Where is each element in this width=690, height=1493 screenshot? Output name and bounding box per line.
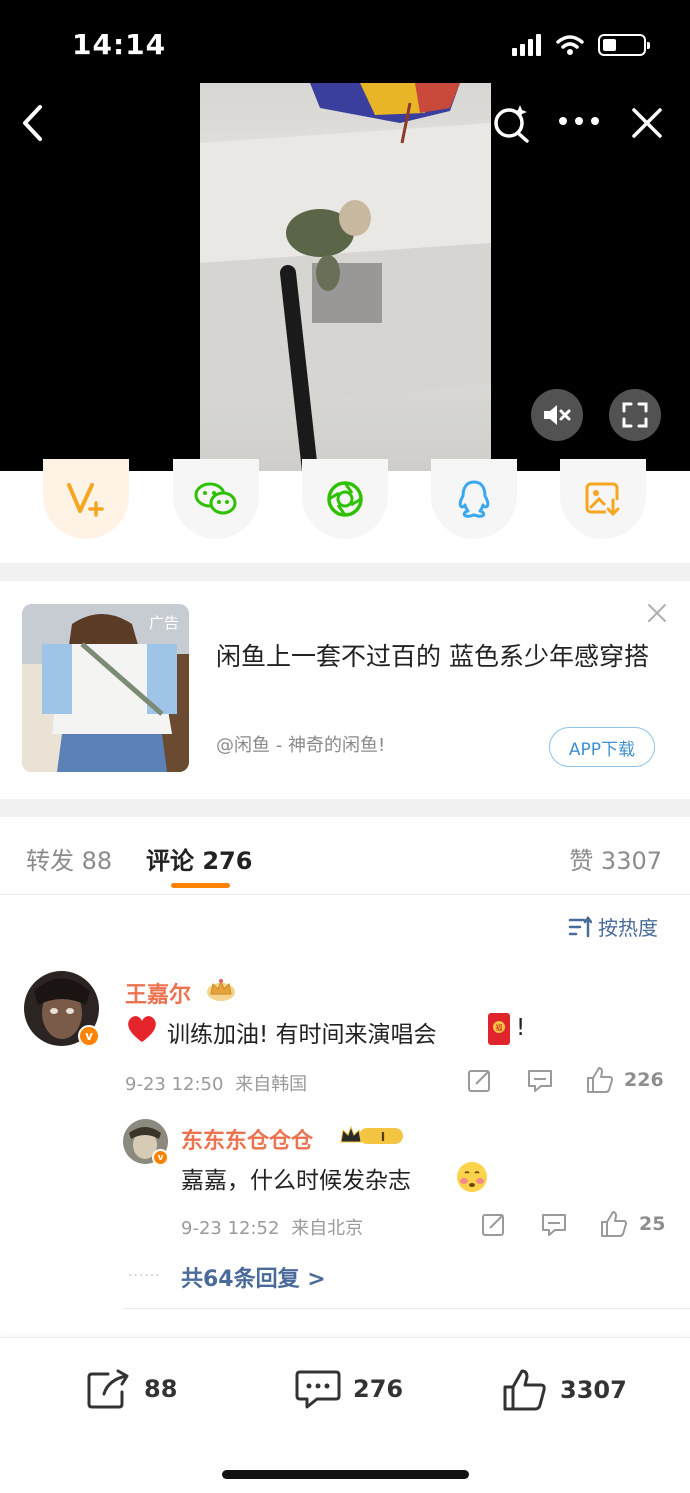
interaction-tabs: 转发 88 评论 276 赞 3307 (0, 817, 690, 895)
sort-icon (568, 915, 592, 937)
weibo-vplus-icon (67, 483, 104, 517)
speaker-muted-icon (544, 405, 571, 425)
ad-close-icon[interactable] (646, 602, 668, 624)
reply-text: 嘉嘉，什么时候发杂志 (181, 1168, 411, 1194)
tab-like-count: 3307 (600, 847, 662, 875)
like-button[interactable]: 3307 (502, 1368, 627, 1412)
edit-repost-icon[interactable] (467, 1069, 493, 1093)
like-thumb-icon[interactable] (586, 1066, 614, 1094)
comment-location: 来自韩国 (235, 1074, 308, 1095)
comment-username[interactable]: 王嘉尔 (125, 977, 191, 1009)
wechat-icon (194, 482, 237, 515)
sort-label: 按热度 (598, 916, 658, 940)
ad-image[interactable]: 广告 (22, 604, 189, 772)
search-sparkle-icon[interactable] (492, 103, 532, 143)
reply-comment-icon[interactable] (541, 1213, 567, 1237)
sort-by-hot-button[interactable]: 按热度 (568, 912, 658, 941)
ad-source[interactable]: @闲鱼 - 神奇的闲鱼! (216, 731, 385, 757)
like-thumb-icon (503, 1369, 546, 1411)
tab-repost[interactable]: 转发 88 (26, 841, 112, 876)
like-thumb-icon[interactable] (600, 1210, 628, 1238)
save-image-icon (585, 482, 620, 517)
status-time: 14:14 (72, 28, 167, 61)
heart-emoji-icon (128, 1016, 156, 1042)
ad-card[interactable]: 广告 闲鱼上一套不过百的 蓝色系少年感穿搭 @闲鱼 - 神奇的闲鱼! APP下载 (0, 581, 690, 799)
tab-repost-count: 88 (81, 847, 113, 875)
fullscreen-icon (622, 402, 648, 428)
battery-icon (598, 34, 650, 56)
red-envelope-emoji-icon: 福 (488, 1013, 510, 1045)
moments-icon (327, 481, 363, 517)
section-divider (0, 799, 690, 817)
reply-username[interactable]: 东东东仓仓仓 (181, 1123, 313, 1155)
status-icons (512, 34, 650, 56)
video-frame[interactable] (200, 83, 491, 471)
member-level-badge-icon: I (340, 1125, 403, 1144)
ad-title[interactable]: 闲鱼上一套不过百的 蓝色系少年感穿搭 (216, 637, 666, 677)
tab-repost-label: 转发 (26, 847, 74, 875)
comment-text: 训练加油! 有时间来演唱会 (167, 1022, 437, 1048)
video-thumbnail (200, 83, 491, 471)
app-download-button[interactable]: APP下载 (549, 727, 655, 767)
like-count: 3307 (560, 1376, 627, 1404)
tab-comment[interactable]: 评论 276 (146, 841, 252, 876)
repost-button[interactable]: 88 (86, 1368, 177, 1410)
comment-text-suffix: ! (516, 1015, 526, 1041)
qq-icon (458, 480, 490, 518)
reply-like-count: 25 (639, 1213, 666, 1235)
active-tab-indicator (171, 883, 230, 888)
ad-tag: 广告 (148, 614, 179, 632)
home-indicator (222, 1470, 469, 1479)
reply-meta: 9-23 12:52 来自北京 (181, 1214, 363, 1240)
repost-share-icon (87, 1369, 129, 1409)
tab-like[interactable]: 赞 3307 (569, 841, 662, 876)
reply-comment-icon[interactable] (527, 1069, 553, 1093)
mute-button[interactable] (531, 389, 583, 441)
comment-count: 276 (353, 1375, 404, 1403)
share-qq-button[interactable] (431, 459, 517, 539)
wifi-icon (556, 35, 584, 55)
comment-time: 9-23 12:50 (125, 1074, 224, 1095)
chevron-left-icon[interactable] (20, 104, 46, 142)
verified-badge-icon: v (152, 1149, 169, 1166)
reply-time: 9-23 12:52 (181, 1218, 280, 1239)
section-divider (0, 563, 690, 581)
fullscreen-button[interactable] (609, 389, 661, 441)
svg-text:I: I (381, 1130, 385, 1144)
thread-dots: ...... (128, 1264, 161, 1280)
blush-emoji-icon (457, 1162, 487, 1192)
cellular-signal-icon (512, 34, 541, 56)
vip-crown-icon (207, 979, 235, 1001)
share-save-image-button[interactable] (560, 459, 646, 539)
comment-button[interactable]: 276 (295, 1368, 403, 1410)
more-horizontal-icon[interactable] (558, 115, 600, 127)
comment-bubble-icon (295, 1370, 341, 1409)
reply-location: 来自北京 (291, 1218, 364, 1239)
comment-like-count: 226 (624, 1069, 664, 1091)
verified-badge-icon: v (78, 1025, 100, 1047)
share-row (0, 459, 690, 563)
view-all-replies-link[interactable]: 共64条回复 > (181, 1261, 326, 1293)
repost-count: 88 (144, 1375, 178, 1403)
tab-comment-label: 评论 (146, 847, 194, 875)
share-wechat-button[interactable] (173, 459, 259, 539)
tab-like-label: 赞 (569, 847, 594, 875)
share-weibo-button[interactable] (43, 459, 129, 539)
share-moments-button[interactable] (302, 459, 388, 539)
video-player[interactable]: 14:14 (0, 0, 690, 471)
edit-repost-icon[interactable] (481, 1213, 507, 1237)
svg-text:福: 福 (496, 1023, 503, 1032)
comment-divider (124, 1308, 690, 1309)
comment-meta: 9-23 12:50 来自韩国 (125, 1070, 307, 1096)
close-icon[interactable] (630, 106, 664, 140)
tab-comment-count: 276 (202, 847, 253, 875)
